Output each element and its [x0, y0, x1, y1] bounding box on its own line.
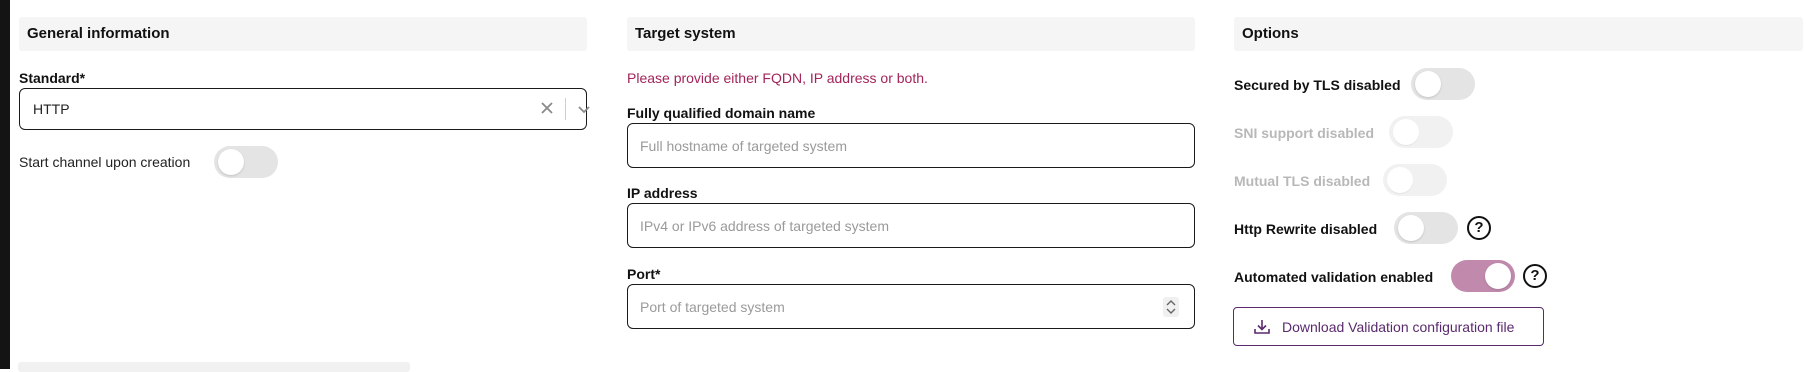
fqdn-field[interactable] — [627, 123, 1195, 168]
next-section-header — [18, 362, 410, 372]
spinner-arrows-icon[interactable] — [1163, 297, 1179, 317]
ip-address-field[interactable] — [627, 203, 1195, 248]
port-label: Port* — [627, 266, 661, 282]
clear-icon[interactable] — [537, 98, 557, 118]
download-validation-config-button[interactable]: Download Validation configuration file — [1233, 307, 1544, 346]
http-rewrite-toggle[interactable] — [1394, 212, 1458, 244]
download-icon — [1252, 317, 1272, 337]
toggle-knob — [1415, 71, 1441, 97]
select-divider — [565, 98, 566, 120]
toggle-knob — [1393, 119, 1419, 145]
port-field[interactable] — [627, 284, 1195, 329]
toggle-knob — [218, 149, 244, 175]
download-button-label: Download Validation configuration file — [1282, 318, 1515, 335]
chevron-down-icon[interactable] — [574, 99, 594, 119]
tls-toggle[interactable] — [1411, 68, 1475, 100]
fqdn-input[interactable] — [628, 124, 1194, 167]
automated-validation-toggle[interactable] — [1451, 260, 1515, 292]
mutual-tls-label: Mutual TLS disabled — [1234, 173, 1371, 189]
target-hint-text: Please provide either FQDN, IP address o… — [627, 70, 928, 86]
toggle-knob — [1398, 215, 1424, 241]
fqdn-label: Fully qualified domain name — [627, 105, 816, 121]
start-channel-label: Start channel upon creation — [19, 154, 191, 170]
start-channel-toggle[interactable] — [214, 146, 278, 178]
sni-label: SNI support disabled — [1234, 125, 1375, 141]
options-header: Options — [1234, 17, 1803, 51]
mutual-tls-toggle[interactable] — [1383, 164, 1447, 196]
general-information-header: General information — [19, 17, 587, 51]
target-system-header: Target system — [627, 17, 1195, 51]
standard-label: Standard* — [19, 70, 86, 86]
tls-label: Secured by TLS disabled — [1234, 77, 1401, 93]
ip-address-label: IP address — [627, 185, 698, 201]
help-icon[interactable]: ? — [1523, 264, 1547, 288]
ip-address-input[interactable] — [628, 204, 1194, 247]
window-edge — [0, 0, 10, 369]
toggle-knob — [1387, 167, 1413, 193]
toggle-knob — [1485, 263, 1511, 289]
sni-toggle[interactable] — [1389, 116, 1453, 148]
help-icon[interactable]: ? — [1467, 216, 1491, 240]
port-input[interactable] — [628, 285, 1194, 328]
standard-select[interactable]: HTTP — [19, 88, 590, 130]
automated-validation-label: Automated validation enabled — [1234, 269, 1434, 285]
http-rewrite-label: Http Rewrite disabled — [1234, 221, 1378, 237]
standard-selected-value: HTTP — [33, 101, 70, 117]
